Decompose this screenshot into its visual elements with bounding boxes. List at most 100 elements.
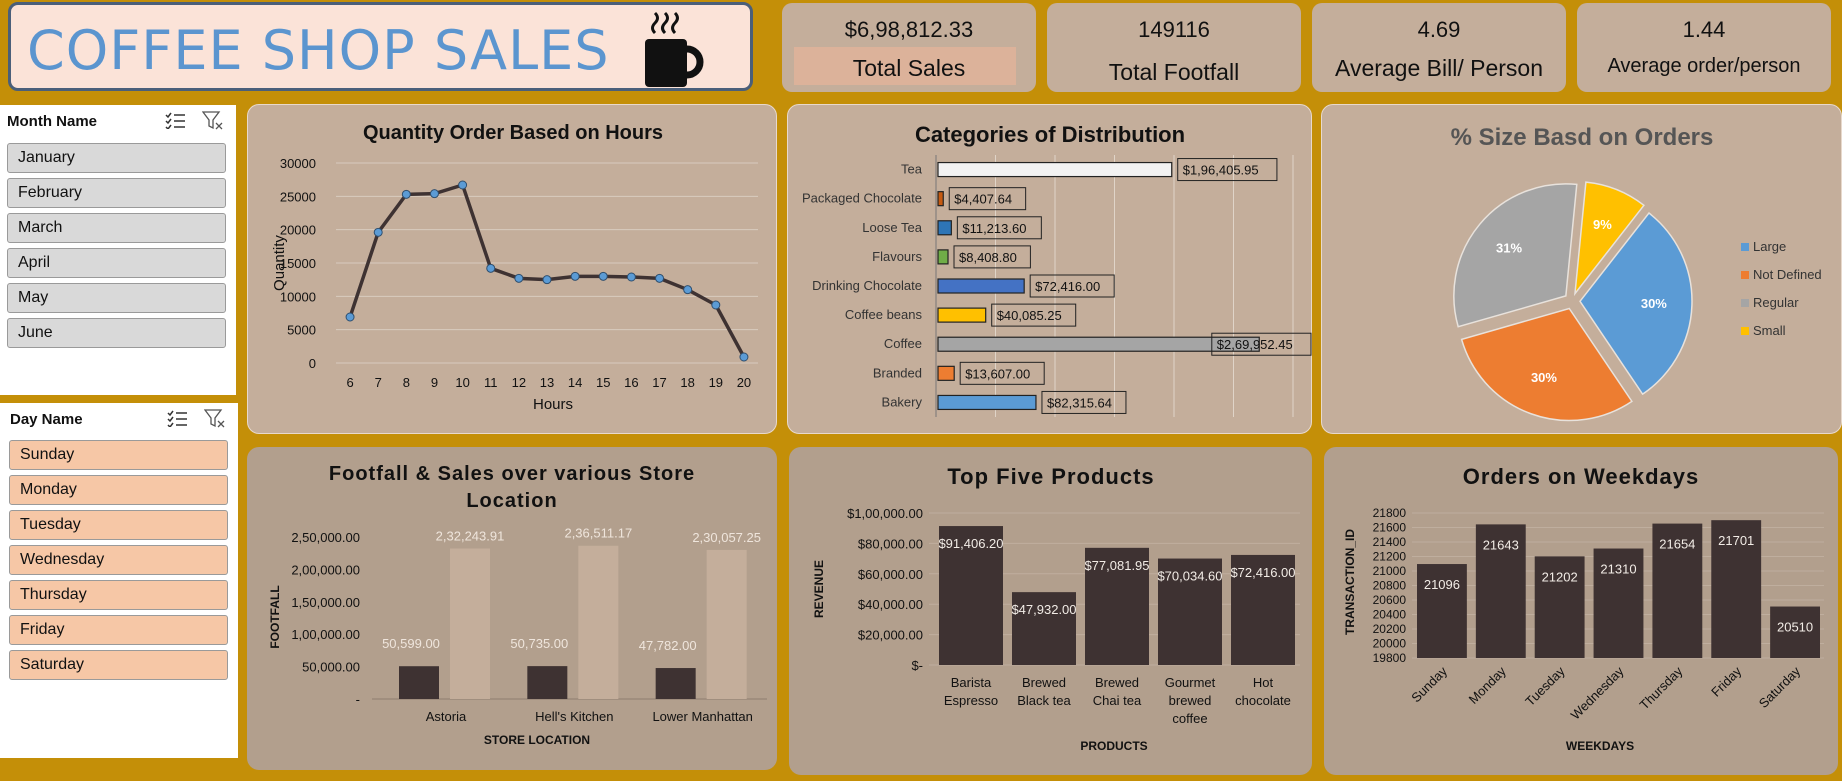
y-tick-label: $60,000.00 bbox=[858, 567, 923, 582]
multi-select-icon[interactable] bbox=[164, 111, 186, 129]
legend-label: Regular bbox=[1753, 295, 1799, 310]
day-item-thursday[interactable]: Thursday bbox=[9, 580, 228, 610]
bar bbox=[937, 249, 949, 265]
y-tick-label: Coffee bbox=[884, 336, 922, 351]
month-slicer: Month Name January February March April … bbox=[0, 105, 236, 395]
x-tick-label: Black tea bbox=[1017, 693, 1071, 708]
x-tick-label: 9 bbox=[431, 375, 438, 390]
x-tick-label: 6 bbox=[346, 375, 353, 390]
day-item-wednesday[interactable]: Wednesday bbox=[9, 545, 228, 575]
products-bar-chart: Top Five Products $1,00,000.00 $80,000.00 $… bbox=[812, 464, 1300, 753]
month-item-january[interactable]: January bbox=[7, 143, 226, 173]
day-item-saturday[interactable]: Saturday bbox=[9, 650, 228, 680]
chart-title: Orders on Weekdays bbox=[1463, 464, 1699, 489]
hours-chart-panel: Quantity Order Based on Hours 30000 25000 2… bbox=[247, 104, 777, 434]
chart-title: Top Five Products bbox=[947, 464, 1154, 489]
x-tick-label: Barista bbox=[951, 675, 992, 690]
bar bbox=[937, 220, 952, 236]
clear-filter-icon[interactable] bbox=[204, 409, 226, 429]
store-bar-chart: Footfall & Sales over various Store Locat… bbox=[268, 463, 767, 747]
data-label: $4,407.64 bbox=[954, 192, 1012, 207]
y-tick-label: 21600 bbox=[1373, 521, 1407, 535]
chart-title: Location bbox=[466, 490, 557, 512]
y-tick-label: 0 bbox=[309, 356, 316, 371]
slice-label: 31% bbox=[1496, 241, 1522, 256]
x-tick-label: Monday bbox=[1466, 663, 1510, 707]
month-item-march[interactable]: March bbox=[7, 213, 226, 243]
weekdays-bar-chart: Orders on Weekdays2180021600214002120021… bbox=[1343, 464, 1824, 753]
data-label: $72,416.00 bbox=[1035, 279, 1100, 294]
day-item-sunday[interactable]: Sunday bbox=[9, 440, 228, 470]
y-tick-label: $1,00,000.00 bbox=[847, 506, 923, 521]
x-axis-label: STORE LOCATION bbox=[484, 733, 590, 747]
y-tick-label: 1,00,000.00 bbox=[291, 627, 360, 642]
data-label: $13,607.00 bbox=[965, 366, 1030, 381]
legend-swatch bbox=[1741, 299, 1749, 307]
data-label: $1,96,405.95 bbox=[1183, 163, 1259, 178]
day-item-friday[interactable]: Friday bbox=[9, 615, 228, 645]
data-label: 21701 bbox=[1718, 533, 1754, 548]
slicer-title: Month Name bbox=[7, 113, 97, 130]
day-item-monday[interactable]: Monday bbox=[9, 475, 228, 505]
weekdays-chart-panel: Orders on Weekdays 21800 21600 21400 21200 21… bbox=[1324, 447, 1838, 775]
y-tick-label: 50,000.00 bbox=[302, 660, 360, 675]
day-item-tuesday[interactable]: Tuesday bbox=[9, 510, 228, 540]
data-label: 21096 bbox=[1424, 577, 1460, 592]
kpi-average-bill: 4.69 Average Bill/ Person bbox=[1312, 3, 1566, 92]
x-tick-label: 11 bbox=[484, 375, 498, 390]
month-item-may[interactable]: May bbox=[7, 283, 226, 313]
data-point bbox=[486, 263, 496, 273]
y-tick-label: $80,000.00 bbox=[858, 536, 923, 551]
month-item-february[interactable]: February bbox=[7, 178, 226, 208]
y-tick-label: 21400 bbox=[1373, 535, 1407, 549]
data-label: 21202 bbox=[1542, 569, 1578, 584]
data-point bbox=[345, 312, 355, 322]
dashboard-title-banner: COFFEE SHOP SALES bbox=[8, 2, 753, 91]
y-tick-label: $40,000.00 bbox=[858, 597, 923, 612]
x-tick-label: 12 bbox=[512, 375, 526, 390]
x-tick-label: Saturday bbox=[1756, 663, 1804, 711]
y-tick-label: 2,50,000.00 bbox=[291, 530, 360, 545]
kpi-value: 149116 bbox=[1138, 17, 1210, 42]
bar bbox=[450, 548, 490, 699]
data-point bbox=[683, 285, 693, 295]
data-point bbox=[458, 180, 468, 190]
x-tick-label: 17 bbox=[652, 375, 666, 390]
data-point bbox=[711, 300, 721, 310]
kpi-value: $6,98,812.33 bbox=[844, 17, 974, 42]
x-tick-label: 8 bbox=[403, 375, 410, 390]
kpi-label: Average order/person bbox=[1607, 55, 1801, 77]
size-pie-chart: % Size Basd on Orders 30% 30% 31% 9% Large Not… bbox=[1451, 124, 1822, 422]
y-tick-label: Bakery bbox=[882, 394, 923, 409]
x-tick-label: Gourmet bbox=[1165, 675, 1216, 690]
data-point bbox=[514, 273, 524, 283]
bar bbox=[937, 161, 1173, 178]
products-chart-panel: Top Five Products $1,00,000.00 $80,000.00 $… bbox=[789, 447, 1312, 775]
multi-select-icon[interactable] bbox=[166, 409, 188, 427]
data-point bbox=[401, 189, 411, 199]
bar bbox=[937, 394, 1037, 411]
bar bbox=[706, 549, 747, 699]
kpi-label: Average Bill/ Person bbox=[1335, 55, 1543, 81]
bar bbox=[937, 278, 1025, 294]
x-tick-label: Brewed bbox=[1022, 675, 1066, 690]
data-label: $47,932.00 bbox=[1011, 602, 1076, 617]
legend-label: Small bbox=[1753, 323, 1786, 338]
x-tick-label: Brewed bbox=[1095, 675, 1139, 690]
bar bbox=[399, 666, 439, 699]
y-tick-label: 5000 bbox=[287, 323, 316, 338]
x-tick-label: Wednesday bbox=[1568, 663, 1627, 722]
kpi-value: 1.44 bbox=[1682, 17, 1726, 42]
month-item-june[interactable]: June bbox=[7, 318, 226, 348]
bar bbox=[937, 191, 944, 207]
x-tick-label: 16 bbox=[624, 375, 638, 390]
kpi-total-footfall: 149116 Total Footfall bbox=[1047, 3, 1301, 92]
x-tick-label: brewed bbox=[1169, 693, 1212, 708]
y-tick-label: 21200 bbox=[1373, 550, 1407, 564]
month-item-april[interactable]: April bbox=[7, 248, 226, 278]
clear-filter-icon[interactable] bbox=[202, 111, 224, 131]
coffee-mug-icon bbox=[645, 11, 704, 87]
data-label: 2,32,243.91 bbox=[436, 529, 505, 544]
y-tick-label: 20800 bbox=[1373, 579, 1407, 593]
y-tick-label: $- bbox=[911, 658, 923, 673]
